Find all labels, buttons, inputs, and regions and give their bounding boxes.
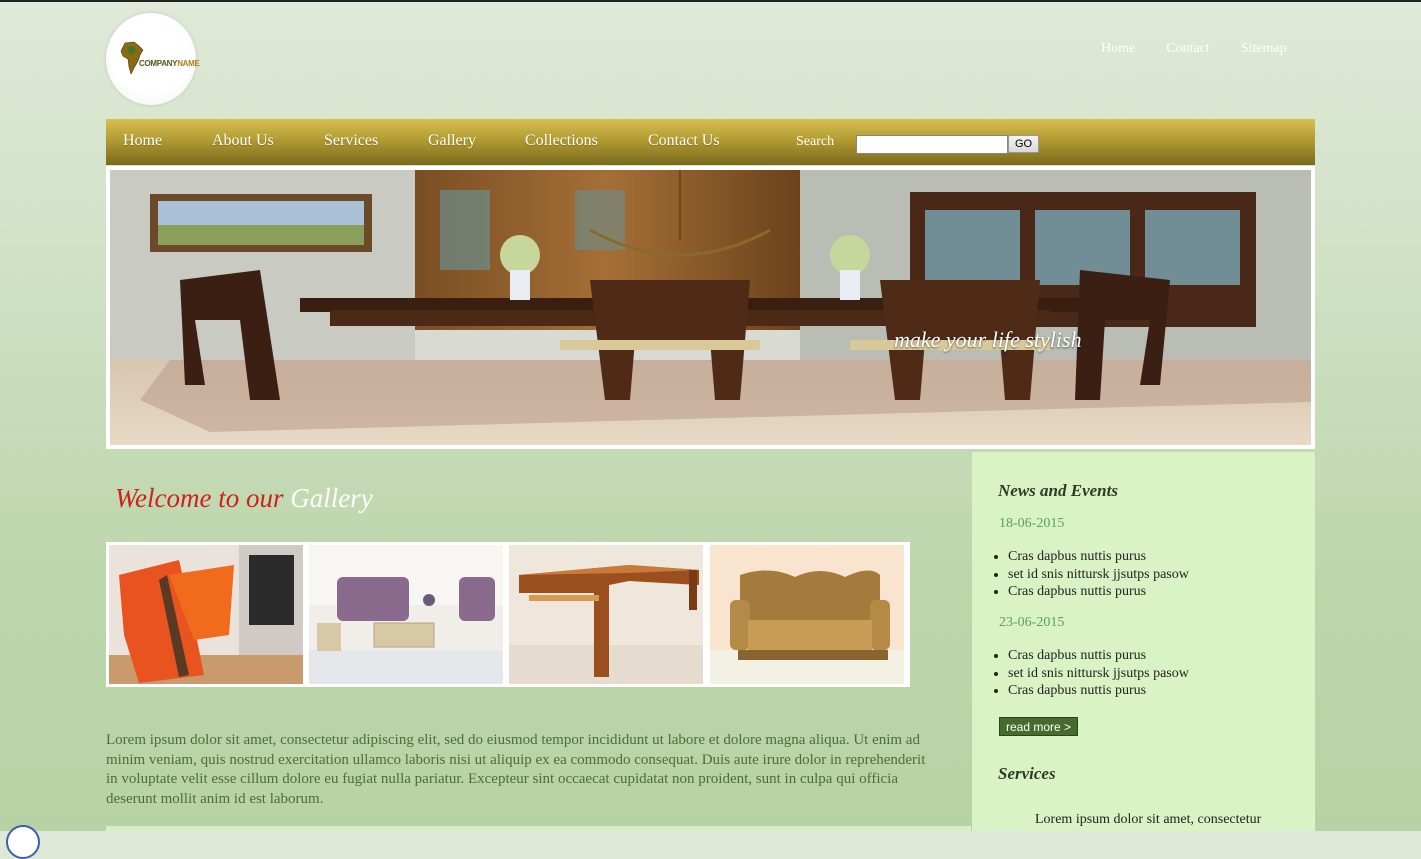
- company-logo[interactable]: COMPANYNAME: [106, 13, 200, 105]
- welcome-heading-part1: Welcome to our: [115, 483, 284, 513]
- gallery-thumb-wicker-sofa-set[interactable]: [309, 545, 503, 684]
- nav-item-home[interactable]: Home: [123, 132, 162, 150]
- event-item: Cras dapbus nuttis purus: [1008, 647, 1189, 665]
- event-item: set id snis nittursk jjsutps pasow: [1008, 665, 1189, 683]
- window-top-border: [0, 0, 1421, 2]
- africa-map-icon: [120, 41, 144, 75]
- nav-item-contact-us[interactable]: Contact Us: [648, 132, 720, 150]
- services-title: Services: [998, 764, 1056, 783]
- logo-text: COMPANYNAME: [139, 59, 200, 68]
- sidebar-panel: News and Events 18-06-2015 Cras dapbus n…: [972, 452, 1315, 831]
- top-link-sitemap[interactable]: Sitemap: [1241, 41, 1287, 57]
- welcome-heading: Welcome to our Gallery: [115, 483, 373, 514]
- nav-item-gallery[interactable]: Gallery: [428, 132, 476, 150]
- gallery-strip: [106, 542, 910, 687]
- event-item: Cras dapbus nuttis purus: [1008, 548, 1189, 566]
- banner-image-dining-room: make your life stylish: [110, 170, 1311, 445]
- nav-item-about-us[interactable]: About Us: [212, 132, 274, 150]
- search-go-button[interactable]: GO: [1008, 135, 1039, 153]
- read-more-button[interactable]: read more >: [999, 717, 1078, 736]
- services-text: Lorem ipsum dolor sit amet, consectetur: [1035, 812, 1262, 827]
- news-events-title: News and Events: [998, 481, 1118, 500]
- event-list: Cras dapbus nuttis purus set id snis nit…: [990, 548, 1189, 601]
- main-nav-bar: Home About Us Services Gallery Collectio…: [106, 119, 1315, 165]
- nav-item-services[interactable]: Services: [324, 132, 378, 150]
- search-label: Search: [796, 134, 835, 149]
- gallery-thumb-orange-chair[interactable]: [109, 545, 303, 684]
- event-item: Cras dapbus nuttis purus: [1008, 682, 1189, 700]
- top-link-contact[interactable]: Contact: [1166, 41, 1210, 57]
- welcome-heading-part2: Gallery: [290, 483, 373, 513]
- gallery-thumb-sofa[interactable]: [710, 545, 904, 684]
- top-links: Home Contact Sitemap: [1101, 41, 1318, 57]
- top-link-home[interactable]: Home: [1101, 41, 1135, 57]
- gallery-thumb-wooden-bench[interactable]: [509, 545, 703, 684]
- event-date: 23-06-2015: [999, 615, 1065, 630]
- corner-widget-icon[interactable]: [6, 825, 40, 859]
- hero-banner: make your life stylish: [106, 166, 1315, 449]
- event-list: Cras dapbus nuttis purus set id snis nit…: [990, 647, 1189, 700]
- event-date: 18-06-2015: [999, 516, 1065, 531]
- banner-tagline: make your life stylish: [894, 327, 1082, 352]
- content-bottom-strip: [106, 826, 971, 831]
- nav-item-collections[interactable]: Collections: [525, 132, 598, 150]
- search-input[interactable]: [856, 135, 1008, 154]
- event-item: Cras dapbus nuttis purus: [1008, 583, 1189, 601]
- intro-paragraph: Lorem ipsum dolor sit amet, consectetur …: [106, 732, 926, 807]
- event-item: set id snis nittursk jjsutps pasow: [1008, 566, 1189, 584]
